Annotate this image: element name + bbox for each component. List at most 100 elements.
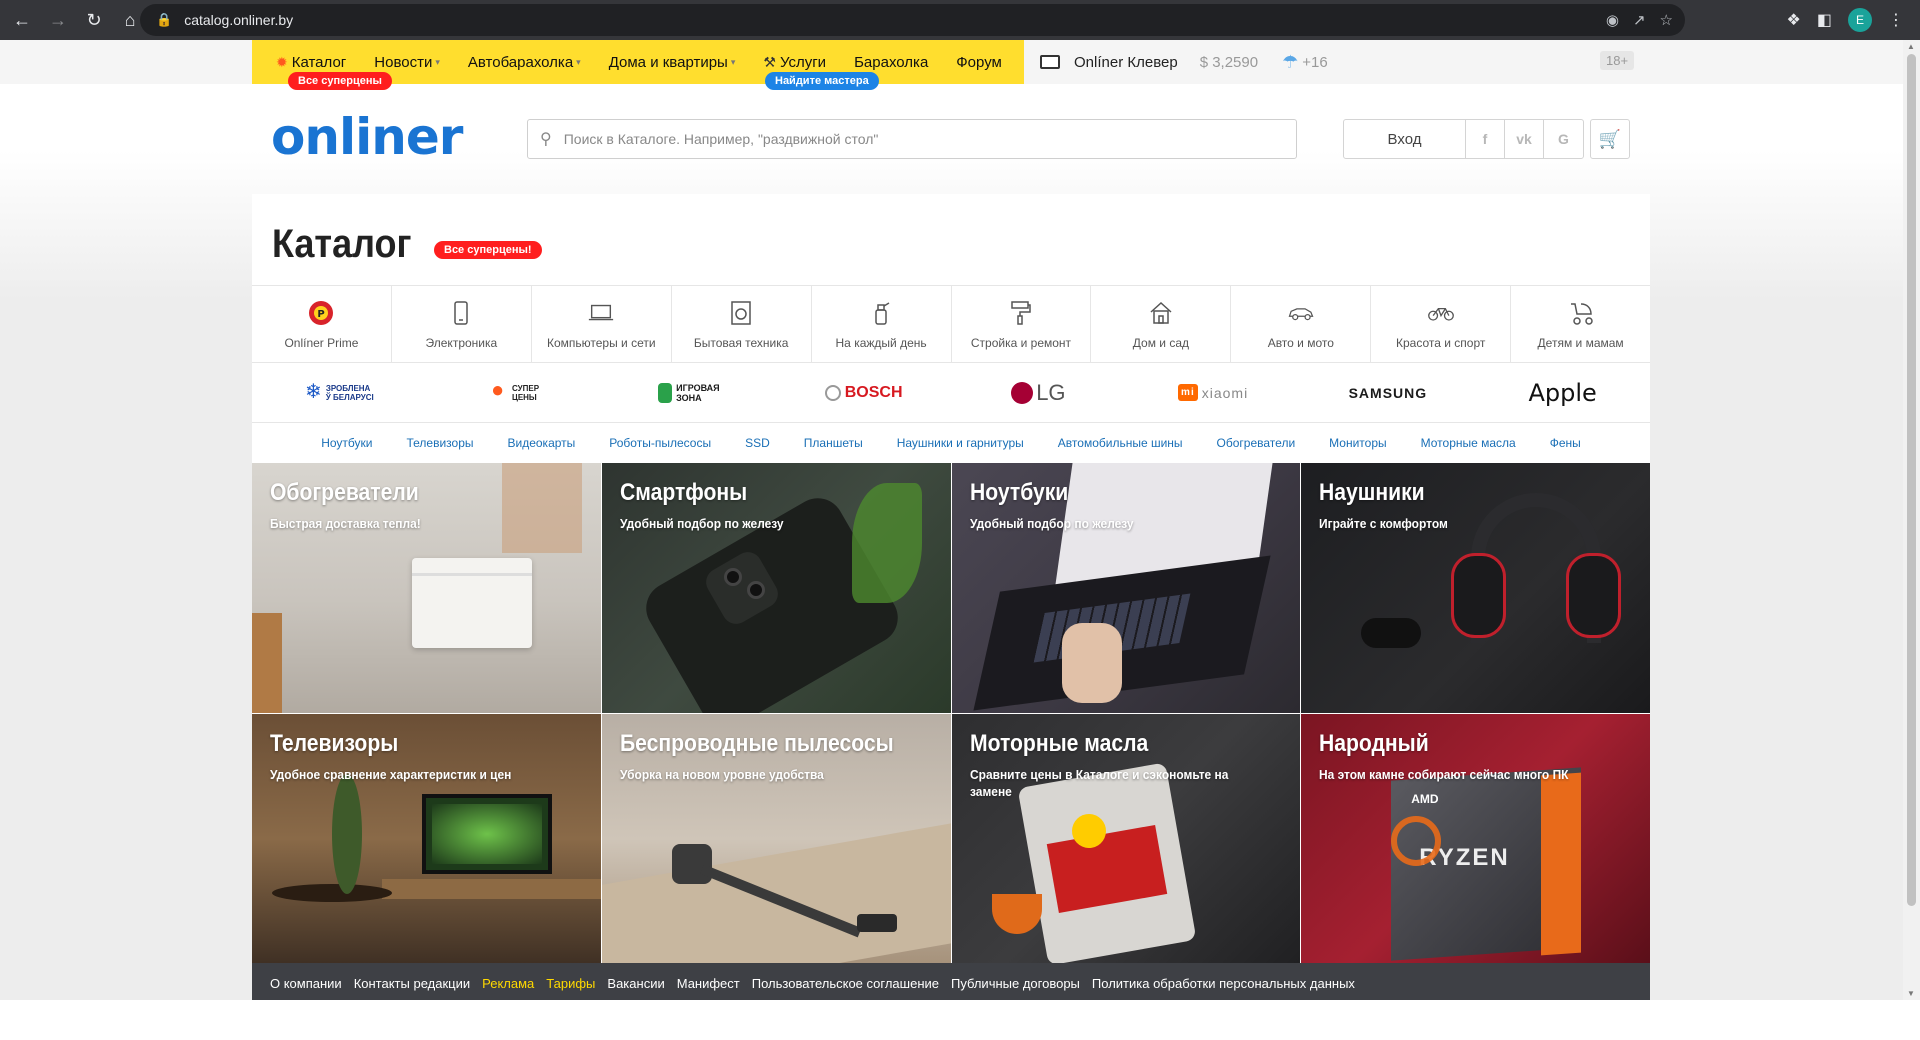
promo-tile[interactable]: AMD RYZEN Народный На этом камне собирают с… [1301,714,1650,964]
quick-link[interactable]: SSD [745,436,770,450]
category-item[interactable]: Красота и спорт [1371,286,1512,362]
spray-icon [867,299,895,327]
lock-icon: 🔒 [156,12,173,27]
promo-tile[interactable]: Ноутбуки Удобный подбор по железу [951,463,1301,713]
quick-link[interactable]: Телевизоры [406,436,473,450]
scroll-down-icon[interactable]: ▼ [1907,989,1915,998]
category-item[interactable]: P Onlíner Prime [252,286,392,362]
car-icon [1287,299,1315,327]
extensions-icon[interactable]: ❖ [1787,10,1801,30]
reload-icon[interactable]: ↻ [80,6,108,34]
quick-link[interactable]: Роботы-пылесосы [609,436,711,450]
klever-link[interactable]: Onlíner Клевер [1074,54,1178,71]
forward-icon[interactable]: → [44,6,72,34]
google-icon[interactable]: G [1544,120,1583,158]
scrollbar-thumb[interactable] [1907,54,1916,906]
quick-link[interactable]: Видеокарты [508,436,576,450]
brand-apple[interactable]: Apple [1475,363,1650,422]
search-input[interactable] [563,131,1264,147]
brand-zroblena[interactable]: ❄ ЗРОБЛЕНА Ў БЕЛАРУСІ [252,363,427,422]
category-item[interactable]: Детям и мамам [1511,286,1650,362]
chevron-down-icon: ▾ [435,56,440,67]
brand-xiaomi[interactable]: mi xiaomi [1126,363,1301,422]
footer-link[interactable]: Политика обработки персональных данных [1092,976,1355,991]
category-item[interactable]: На каждый день [812,286,952,362]
category-bar: P Onlíner Prime Электроника Компьютеры и се… [252,285,1650,363]
promo-tile-title: Моторные масла [969,730,1148,757]
address-bar[interactable]: 🔒 catalog.onliner.by ◉ ↗ ☆ [140,4,1685,36]
promo-tile-subtitle: Быстрая доставка тепла! [270,516,421,531]
quick-link[interactable]: Наушники и гарнитуры [897,436,1024,450]
side-panel-icon[interactable]: ◧ [1817,10,1832,30]
topnav-item[interactable]: Автобарахолка ▾ [468,54,581,71]
brand-game-zone[interactable]: ИГРОВАЯ ЗОНА [602,363,777,422]
topnav-item-label: Форум [956,53,1002,71]
footer-link[interactable]: Реклама [482,976,534,991]
brand-bosch[interactable]: BOSCH [776,363,951,422]
quick-link[interactable]: Планшеты [804,436,863,450]
promo-tile[interactable]: Беспроводные пылесосы Уборка на новом уро… [601,714,951,964]
profile-avatar[interactable]: E [1848,8,1872,32]
cookie-blocked-icon[interactable]: ◉ [1606,11,1619,29]
footer-link[interactable]: Манифест [677,976,740,991]
category-item[interactable]: Компьютеры и сети [532,286,672,362]
cart-icon[interactable]: 🛒 [1590,119,1630,159]
promo-tile[interactable]: Смартфоны Удобный подбор по железу [601,463,951,713]
promo-tiles: Обогреватели Быстрая доставка тепла! Смарт… [252,463,1650,964]
footer-link[interactable]: О компании [270,976,342,991]
footer-link[interactable]: Публичные договоры [951,976,1080,991]
hammer-icon: ⚒ [763,53,776,70]
brand-super-prices[interactable]: ⚫ СУПЕР ЦЕНЫ [427,363,602,422]
quick-link[interactable]: Фены [1550,436,1581,450]
onliner-logo[interactable]: onliner [271,108,463,166]
footer-link[interactable]: Контакты редакции [354,976,470,991]
back-icon[interactable]: ← [8,6,36,34]
quick-link[interactable]: Мониторы [1329,436,1386,450]
category-item[interactable]: Авто и мото [1231,286,1372,362]
category-item[interactable]: Бытовая техника [672,286,812,362]
topnav-item-label: Услуги [779,53,827,71]
scroll-up-icon[interactable]: ▲ [1907,42,1915,51]
promo-tile[interactable]: Моторные масла Сравните цены в Каталоге и… [951,714,1301,964]
share-icon[interactable]: ↗ [1633,11,1646,29]
promo-tile-subtitle: Удобный подбор по железу [619,516,784,531]
quick-link[interactable]: Ноутбуки [321,436,372,450]
joystick-icon [658,382,673,403]
login-button[interactable]: Вход [1344,120,1466,158]
find-master-badge[interactable]: Найдите мастера [765,72,879,90]
facebook-icon[interactable]: f [1466,120,1505,158]
weather-widget[interactable]: ☂ +16 [1282,52,1328,73]
topnav-item[interactable]: ⚒ Услуги [763,54,826,71]
bookmark-star-icon[interactable]: ☆ [1660,11,1673,29]
topnav-item[interactable]: Новости ▾ [374,54,440,71]
search-field[interactable]: ⚲ [527,119,1297,159]
rain-icon: ☂ [1282,51,1299,72]
promo-tile[interactable]: Телевизоры Удобное сравнение характеристи… [252,714,601,964]
category-item[interactable]: Электроника [392,286,532,362]
vk-icon[interactable]: vk [1505,120,1544,158]
all-superprices-badge[interactable]: Все суперцены [288,72,392,90]
page-scrollbar[interactable]: ▲ ▼ [1903,40,1920,1000]
category-item[interactable]: Стройка и ремонт [952,286,1092,362]
superprices-badge[interactable]: Все суперцены! [434,241,542,259]
brand-game-line1: ИГРОВАЯ [676,382,720,393]
topnav-item[interactable]: Дома и квартиры ▾ [609,54,736,71]
currency-rate[interactable]: $ 3,2590 [1200,54,1258,71]
quick-link[interactable]: Автомобильные шины [1058,436,1183,450]
footer-link[interactable]: Пользовательское соглашение [752,976,939,991]
promo-tile[interactable]: Обогреватели Быстрая доставка тепла! [252,463,601,713]
topnav-item[interactable]: Барахолка [854,54,928,71]
paint-roller-icon [1007,299,1035,327]
category-label: На каждый день [835,335,927,350]
topnav-item[interactable]: ✹ Каталог [276,54,346,71]
quick-link[interactable]: Обогреватели [1217,436,1296,450]
menu-kebab-icon[interactable]: ⋮ [1888,10,1904,30]
footer-link[interactable]: Тарифы [546,976,595,991]
category-item[interactable]: Дом и сад [1091,286,1232,362]
promo-tile[interactable]: Наушники Играйте с комфортом [1301,463,1650,713]
quick-link[interactable]: Моторные масла [1421,436,1516,450]
brand-samsung[interactable]: SAMSUNG [1301,363,1476,422]
brand-lg[interactable]: LG [951,363,1126,422]
topnav-item[interactable]: Форум [956,54,1002,71]
footer-link[interactable]: Вакансии [607,976,664,991]
